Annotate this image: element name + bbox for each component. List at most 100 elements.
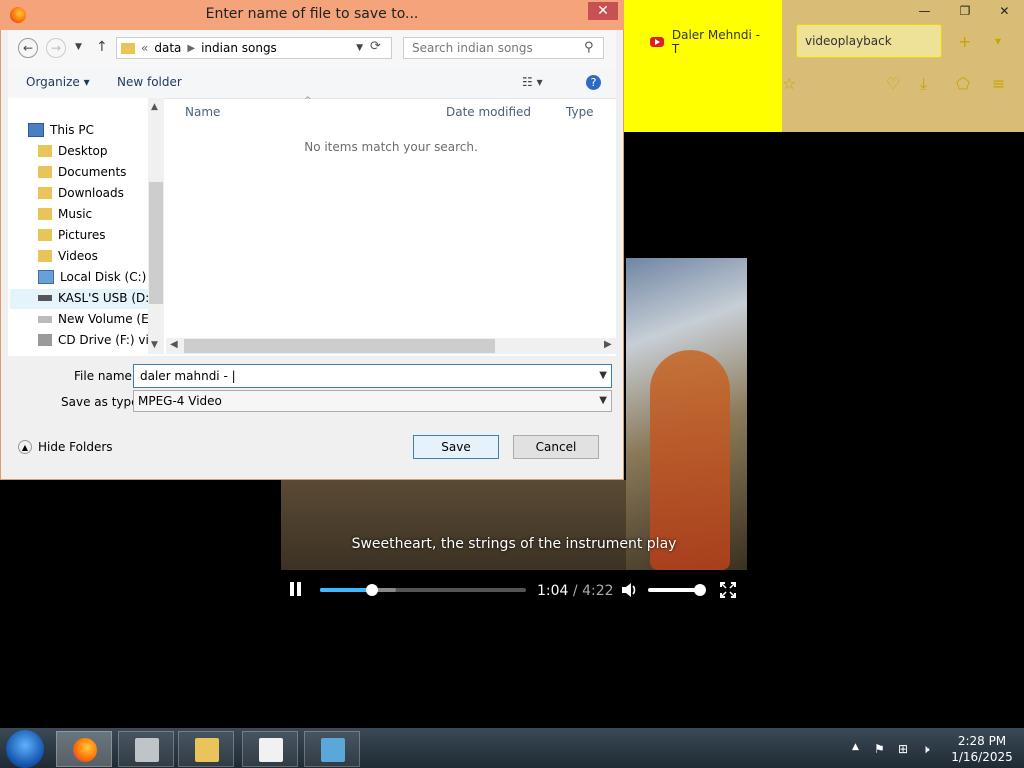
search-input[interactable]: Search indian songs — [403, 37, 604, 59]
tree-item-label: Pictures — [58, 228, 106, 242]
cancel-button[interactable]: Cancel — [513, 435, 599, 459]
new-tab-button[interactable]: + — [958, 32, 971, 51]
minimize-button[interactable]: — — [919, 4, 931, 18]
tree-item-downloads[interactable]: Downloads — [38, 186, 124, 200]
close-window-button[interactable]: ✕ — [999, 4, 1009, 18]
horizontal-scrollbar-thumb[interactable] — [184, 339, 495, 353]
address-bar[interactable]: « data ▶ indian songs ▼ — [116, 37, 392, 59]
dialog-close-button[interactable]: ✕ — [588, 2, 618, 20]
volume-muted-icon[interactable]: 🕨 — [922, 742, 930, 757]
column-type[interactable]: Type — [566, 105, 594, 119]
breadcrumb-indian-songs[interactable]: indian songs — [201, 41, 277, 55]
restore-button[interactable]: ❐ — [960, 4, 971, 18]
tree-item-cd-drive[interactable]: CD Drive (F:) virti — [38, 333, 162, 347]
tree-item-desktop[interactable]: Desktop — [38, 144, 108, 158]
taskbar-java[interactable] — [242, 731, 298, 767]
scroll-up-icon[interactable]: ▲ — [151, 102, 158, 112]
address-dropdown-icon[interactable]: ▼ — [356, 43, 363, 53]
browser-window-controls: — ❐ ✕ — [904, 0, 1024, 22]
taskbar-remote-desktop[interactable] — [304, 731, 360, 767]
tree-item-label: Music — [58, 207, 93, 221]
youtube-icon — [650, 37, 664, 47]
duration: / 4:22 — [568, 583, 614, 599]
dialog-title: Enter name of file to save to... — [205, 6, 419, 22]
recent-locations-icon[interactable]: ▼ — [75, 42, 82, 52]
file-name-label: File name: — [74, 369, 136, 383]
network-icon[interactable]: ⊞ — [898, 742, 908, 756]
file-name-input[interactable]: daler mahndi - | ▼ — [133, 364, 612, 388]
tree-item-music[interactable]: Music — [38, 207, 92, 221]
column-date-modified[interactable]: Date modified — [446, 105, 531, 119]
action-center-flag-icon[interactable]: ⚑ — [874, 742, 885, 756]
new-folder-button[interactable]: New folder — [117, 75, 182, 89]
tab-videoplayback[interactable]: videoplayback — [796, 24, 942, 58]
help-icon[interactable]: ? — [586, 75, 601, 90]
bookmark-star-icon[interactable]: ☆ — [782, 74, 796, 93]
taskbar-firefox[interactable] — [56, 731, 112, 767]
taskbar-scanner[interactable] — [118, 731, 174, 767]
forward-button[interactable]: → — [46, 38, 66, 58]
tree-item-kasl-usb[interactable]: KASL'S USB (D:) — [38, 291, 154, 305]
scroll-down-icon[interactable]: ▼ — [151, 340, 158, 350]
download-icon[interactable]: ⤓ — [920, 74, 927, 94]
menu-icon[interactable]: ≡ — [992, 74, 1005, 93]
view-options-icon[interactable]: ☷ ▾ — [522, 75, 543, 89]
hide-folders-button[interactable]: ▲ Hide Folders — [18, 440, 113, 454]
save-as-type-label: Save as type: — [61, 395, 143, 409]
hide-folders-label: Hide Folders — [38, 440, 113, 454]
tree-item-pictures[interactable]: Pictures — [38, 228, 106, 242]
tray-clock[interactable]: 2:28 PM 1/16/2025 — [944, 733, 1020, 765]
extensions-icon[interactable]: ⬠ — [956, 74, 970, 93]
tree-item-documents[interactable]: Documents — [38, 165, 126, 179]
up-arrow-icon[interactable]: ↑ — [96, 39, 108, 55]
sort-arrow-icon: ^ — [304, 96, 312, 106]
pause-button[interactable] — [290, 582, 302, 596]
time-display: 1:04 / 4:22 — [537, 583, 614, 599]
tree-item-label: Videos — [58, 249, 98, 263]
chevron-up-icon: ▲ — [18, 440, 32, 454]
breadcrumb-chevron-icon[interactable]: ▶ — [187, 43, 195, 54]
file-explorer-icon — [195, 738, 219, 762]
search-icon[interactable]: ⚲ — [584, 40, 594, 55]
tree-item-label: Documents — [58, 165, 127, 179]
column-name[interactable]: Name — [185, 105, 220, 119]
refresh-icon[interactable]: ⟳ — [370, 39, 386, 57]
drive-icon — [38, 270, 54, 284]
fullscreen-icon[interactable] — [720, 582, 736, 598]
scroll-left-icon[interactable]: ◀ — [170, 339, 178, 350]
tree-item-new-volume[interactable]: New Volume (E:) — [38, 312, 157, 326]
tree-item-label: This PC — [50, 123, 94, 137]
organize-button[interactable]: Organize ▾ — [26, 75, 90, 89]
save-button[interactable]: Save — [413, 435, 499, 459]
tree-item-label: Local Disk (C:) — [60, 270, 147, 284]
tab-list-icon[interactable]: ▾ — [995, 34, 1001, 48]
scroll-right-icon[interactable]: ▶ — [604, 339, 612, 350]
back-button[interactable]: ← — [18, 38, 38, 58]
nav-scrollbar-thumb[interactable] — [149, 182, 163, 304]
tree-item-this-pc[interactable]: This PC — [28, 123, 94, 137]
clock-time: 2:28 PM — [957, 734, 1007, 748]
tree-item-local-disk[interactable]: Local Disk (C:) — [38, 270, 146, 284]
breadcrumb-data[interactable]: data — [154, 41, 181, 55]
remote-desktop-icon — [321, 738, 345, 762]
taskbar-file-explorer[interactable] — [178, 731, 234, 767]
volume-icon[interactable] — [620, 581, 638, 599]
progress-handle[interactable] — [365, 584, 378, 596]
save-as-type-select[interactable]: MPEG-4 Video ▼ — [133, 390, 612, 412]
volume-handle[interactable] — [694, 584, 706, 596]
pocket-icon[interactable]: ♡ — [886, 74, 900, 93]
chevron-down-icon[interactable]: ▼ — [599, 365, 607, 387]
volume-slider[interactable] — [648, 588, 700, 592]
tab-daler-mehndi[interactable]: Daler Mehndi - T — [650, 28, 770, 56]
firefox-icon — [73, 738, 97, 762]
start-button[interactable] — [6, 730, 44, 768]
chevron-down-icon[interactable]: ▼ — [599, 391, 607, 411]
tray-overflow-icon[interactable]: ▲ — [852, 742, 859, 752]
usb-drive-icon — [38, 295, 52, 301]
clock-date: 1/16/2025 — [951, 750, 1013, 764]
tree-item-label: Desktop — [58, 144, 108, 158]
tree-item-videos[interactable]: Videos — [38, 249, 98, 263]
drive-icon — [38, 315, 52, 323]
current-time: 1:04 — [537, 583, 569, 599]
breadcrumb-prefix: « — [141, 41, 149, 55]
